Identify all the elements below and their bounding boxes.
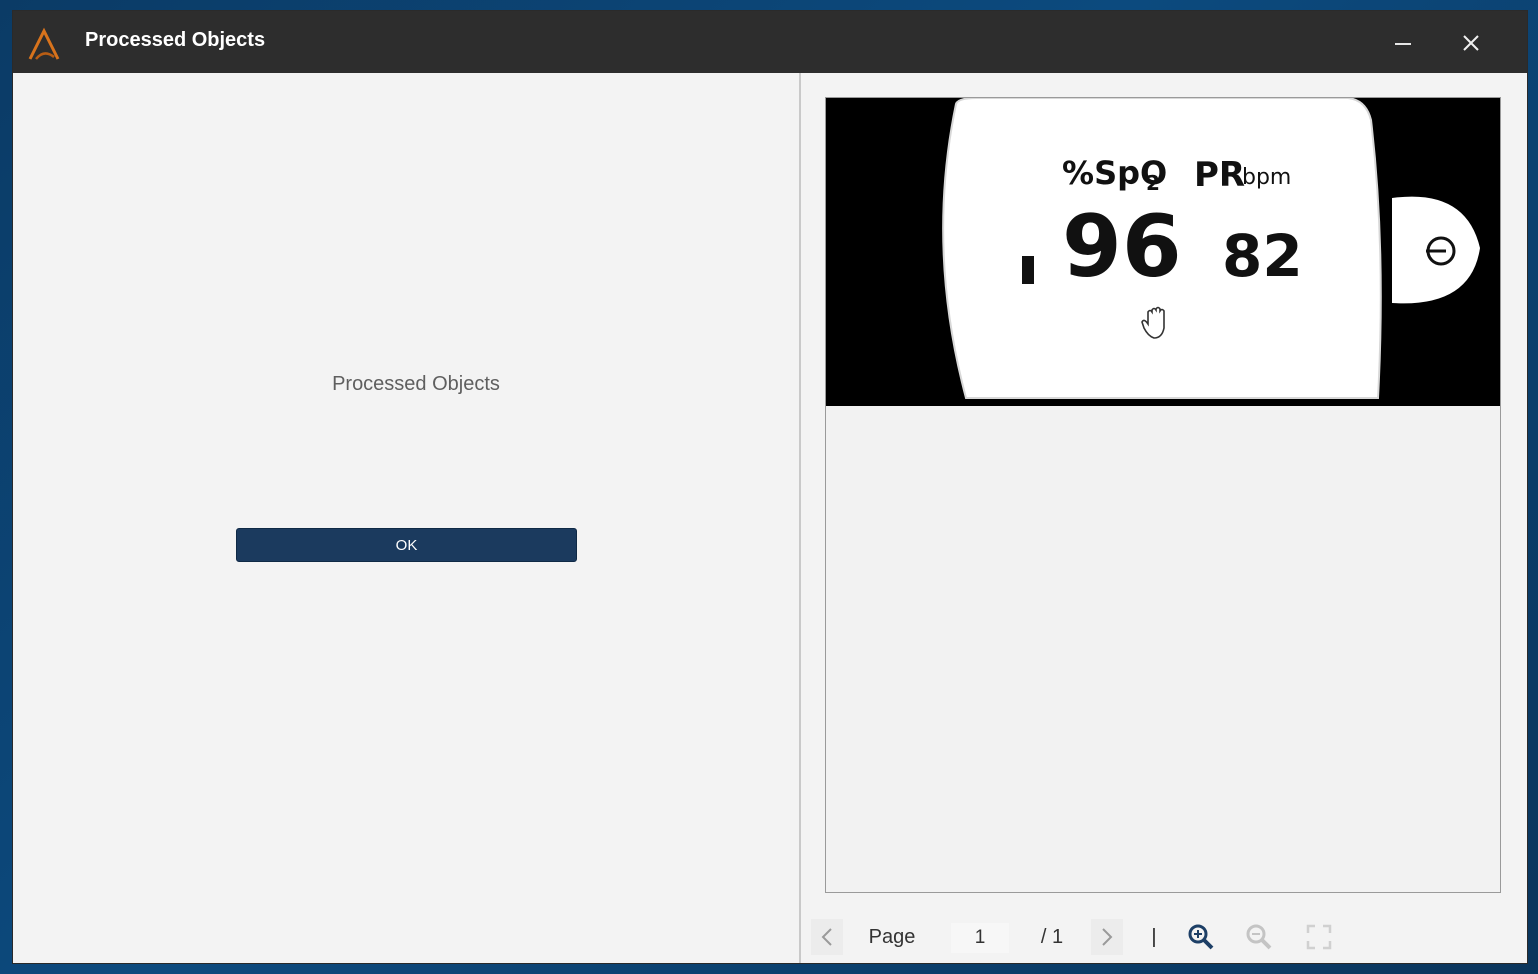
pr-unit: bpm (1242, 165, 1291, 190)
app-logo-icon (27, 27, 61, 61)
processed-image-preview: %SpO 2 PR bpm 96 82 (826, 98, 1500, 406)
pr-label: PR (1194, 155, 1245, 195)
signal-bar (1022, 256, 1034, 284)
processed-objects-window: Processed Objects Processed Objects OK %… (12, 10, 1528, 964)
document-viewer: %SpO 2 PR bpm 96 82 Page / 1 (801, 73, 1527, 963)
zoom-in-icon (1188, 924, 1214, 950)
zoom-out-icon (1246, 924, 1272, 950)
viewer-canvas[interactable]: %SpO 2 PR bpm 96 82 (825, 97, 1501, 893)
title-bar[interactable]: Processed Objects (13, 11, 1527, 73)
pr-value: 82 (1222, 222, 1303, 290)
message-text: Processed Objects (332, 373, 500, 395)
close-button[interactable] (1451, 25, 1491, 61)
toolbar-separator: | (1151, 925, 1157, 948)
page-toolbar: Page / 1 | (811, 919, 1511, 955)
fit-page-icon (1306, 924, 1332, 950)
window-title: Processed Objects (85, 29, 266, 51)
page-total: / 1 (1040, 925, 1064, 948)
close-icon (1463, 35, 1479, 51)
ok-button[interactable]: OK (236, 528, 577, 562)
previous-page-button[interactable] (811, 919, 843, 955)
message-pane: Processed Objects OK (13, 73, 799, 963)
minimize-button[interactable] (1383, 25, 1423, 61)
next-page-button[interactable] (1091, 919, 1123, 955)
chevron-left-icon (821, 928, 832, 946)
zoom-out-button[interactable] (1241, 919, 1277, 955)
fit-page-button[interactable] (1301, 919, 1337, 955)
chevron-right-icon (1102, 928, 1113, 946)
spo2-value: 96 (1062, 197, 1182, 297)
page-label: Page (868, 925, 916, 948)
page-number-input[interactable] (951, 923, 1009, 953)
spo2-subscript: 2 (1146, 171, 1160, 195)
zoom-in-button[interactable] (1183, 919, 1219, 955)
minimize-icon (1395, 43, 1411, 45)
